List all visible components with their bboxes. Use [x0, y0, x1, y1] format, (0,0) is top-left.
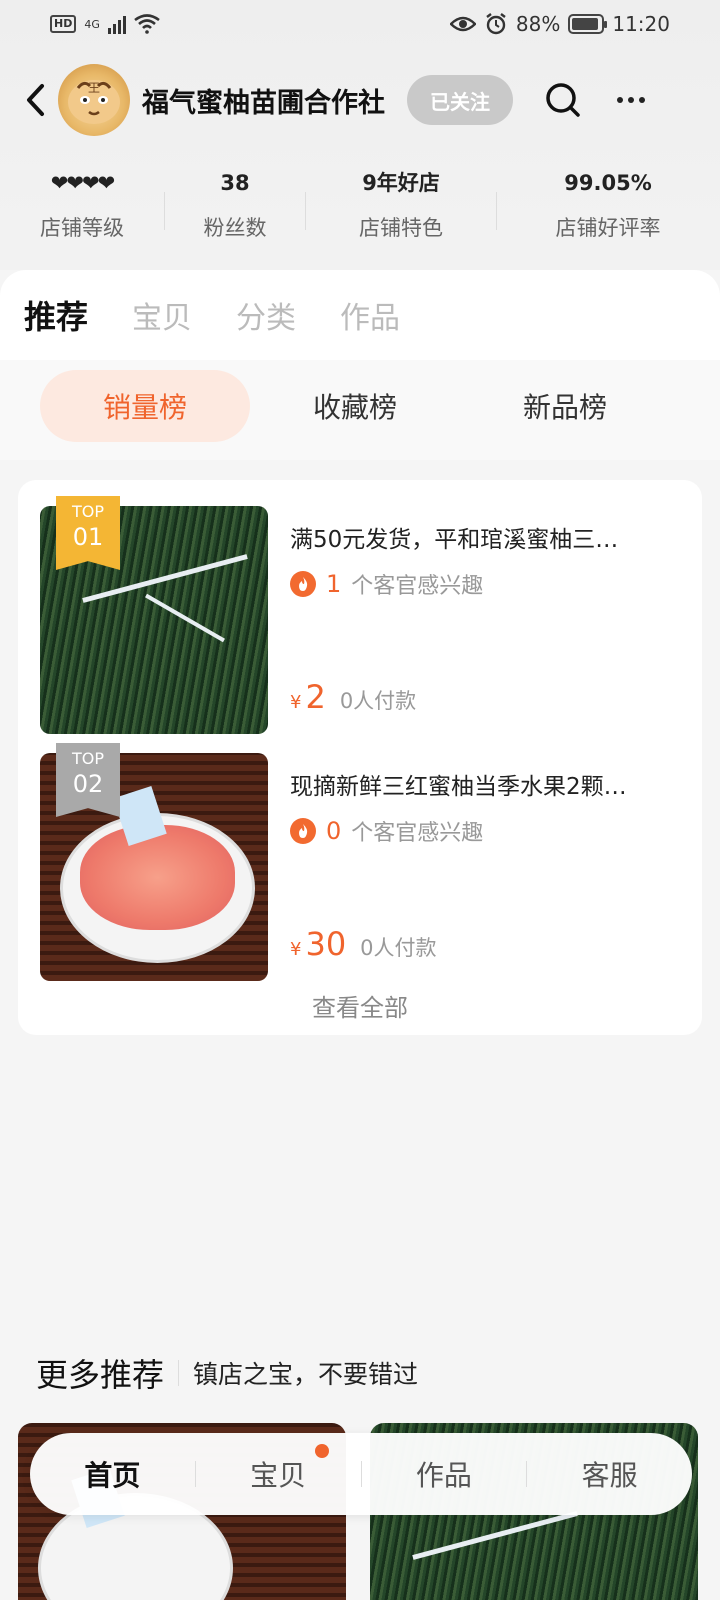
- tab-categories[interactable]: 分类: [236, 293, 296, 337]
- alarm-icon: [486, 13, 506, 35]
- fire-icon: [290, 571, 316, 597]
- rank-tab-sales[interactable]: 销量榜: [40, 370, 250, 442]
- rank-badge: TOP 01: [56, 496, 120, 570]
- badge-top-label: TOP: [71, 749, 104, 768]
- stat-fans[interactable]: 38 粉丝数: [165, 168, 305, 242]
- rank-tabs: 销量榜 收藏榜 新品榜: [0, 362, 720, 450]
- currency: ¥: [290, 692, 302, 713]
- interest-count: 0: [326, 817, 342, 845]
- tiger-logo-icon: 王: [68, 80, 120, 124]
- currency: ¥: [290, 939, 302, 960]
- nav-customer-service[interactable]: 客服: [527, 1454, 692, 1494]
- network-label: 4G: [84, 17, 100, 31]
- status-bar: HD 4G 88% 11:20: [0, 0, 720, 48]
- wifi-icon: [134, 14, 160, 34]
- stat-rating[interactable]: 99.05% 店铺好评率: [497, 168, 719, 242]
- price: 2: [305, 678, 326, 716]
- tie-decoration: [412, 1511, 578, 1560]
- tab-works[interactable]: 作品: [340, 293, 400, 337]
- interest-text: 个客官感兴趣: [351, 821, 484, 846]
- interest-row: 0 个客官感兴趣: [290, 815, 483, 847]
- nav-works[interactable]: 作品: [362, 1454, 527, 1494]
- stat-value: 38: [220, 171, 250, 195]
- content-panel: 推荐 宝贝 分类 作品 销量榜 收藏榜 新品榜 TOP 01 满50元发货，平和…: [0, 270, 720, 1600]
- hearts-icon: ❤❤❤❤: [50, 171, 115, 195]
- stat-shop-feature[interactable]: 9年好店 店铺特色: [306, 168, 496, 242]
- more-recommend-title: 更多推荐: [36, 1356, 165, 1394]
- stat-shop-level[interactable]: ❤❤❤❤ 店铺等级: [0, 168, 164, 242]
- paid-count: 0人付款: [339, 689, 417, 713]
- notification-dot: [314, 1444, 329, 1458]
- more-recommend-header: 更多推荐 镇店之宝，不要错过: [36, 1350, 418, 1396]
- list-item[interactable]: TOP 02 现摘新鲜三红蜜柚当季水果2颗… 0 个客官感兴趣 ¥ 30 0人付…: [40, 743, 680, 981]
- eye-icon: [449, 16, 476, 32]
- stat-value: 99.05%: [564, 171, 652, 195]
- fire-icon: [290, 818, 316, 844]
- tab-recommend[interactable]: 推荐: [24, 292, 88, 338]
- shop-name: 福气蜜柚苗圃合作社: [142, 87, 385, 119]
- nav-home[interactable]: 首页: [30, 1454, 195, 1494]
- shop-tabs: 推荐 宝贝 分类 作品: [0, 270, 720, 360]
- svg-text:王: 王: [88, 81, 100, 95]
- view-all-link[interactable]: 查看全部: [18, 988, 702, 1023]
- interest-count: 1: [326, 570, 342, 598]
- search-icon[interactable]: [543, 80, 583, 120]
- status-left: HD 4G: [50, 14, 160, 34]
- bottom-nav: 首页 宝贝 作品 客服: [30, 1433, 692, 1515]
- divider: [178, 1360, 180, 1386]
- stat-label: 粉丝数: [203, 216, 267, 240]
- product-title: 满50元发货，平和琯溪蜜柚三…: [290, 527, 619, 553]
- shop-avatar[interactable]: 王: [58, 64, 130, 136]
- shop-stats: ❤❤❤❤ 店铺等级 38 粉丝数 9年好店 店铺特色 99.05% 店铺好评率: [0, 168, 720, 248]
- badge-top-label: TOP: [71, 502, 104, 521]
- pomelo-decoration: [80, 825, 235, 930]
- more-recommend-subtitle: 镇店之宝，不要错过: [193, 1360, 419, 1389]
- hd-icon: HD: [50, 15, 77, 33]
- signal-icon: [107, 14, 126, 34]
- back-icon[interactable]: [20, 80, 50, 120]
- rank-tab-new[interactable]: 新品榜: [460, 370, 670, 442]
- battery-icon: [568, 14, 608, 34]
- list-item[interactable]: TOP 01 满50元发货，平和琯溪蜜柚三… 1 个客官感兴趣 ¥ 2 0人付款: [40, 496, 680, 734]
- price-row: ¥ 30 0人付款: [290, 925, 437, 963]
- badge-number: 01: [72, 523, 104, 551]
- follow-button[interactable]: 已关注: [407, 75, 513, 125]
- status-right: 88% 11:20: [449, 12, 670, 36]
- clock: 11:20: [612, 12, 670, 36]
- interest-row: 1 个客官感兴趣: [290, 568, 483, 600]
- battery-percent: 88%: [515, 12, 561, 36]
- product-title: 现摘新鲜三红蜜柚当季水果2颗…: [290, 774, 627, 800]
- interest-text: 个客官感兴趣: [351, 574, 484, 599]
- paid-count: 0人付款: [360, 936, 437, 960]
- stat-label: 店铺特色: [359, 216, 443, 240]
- stat-label: 店铺等级: [40, 216, 124, 240]
- stat-label: 店铺好评率: [555, 216, 661, 240]
- rank-badge: TOP 02: [56, 743, 120, 817]
- tab-items[interactable]: 宝贝: [132, 293, 192, 337]
- badge-number: 02: [72, 770, 104, 798]
- more-options-icon[interactable]: [611, 80, 651, 120]
- nav-items[interactable]: 宝贝: [196, 1444, 361, 1494]
- tie-decoration: [145, 593, 225, 643]
- rank-tab-favorites[interactable]: 收藏榜: [250, 370, 460, 442]
- price-row: ¥ 2 0人付款: [290, 678, 416, 716]
- shop-header: 王 福气蜜柚苗圃合作社 已关注: [0, 62, 720, 138]
- ranking-list: TOP 01 满50元发货，平和琯溪蜜柚三… 1 个客官感兴趣 ¥ 2 0人付款: [18, 480, 702, 1035]
- price: 30: [305, 925, 347, 963]
- nav-items-label: 宝贝: [250, 1459, 307, 1492]
- stat-value: 9年好店: [362, 171, 440, 195]
